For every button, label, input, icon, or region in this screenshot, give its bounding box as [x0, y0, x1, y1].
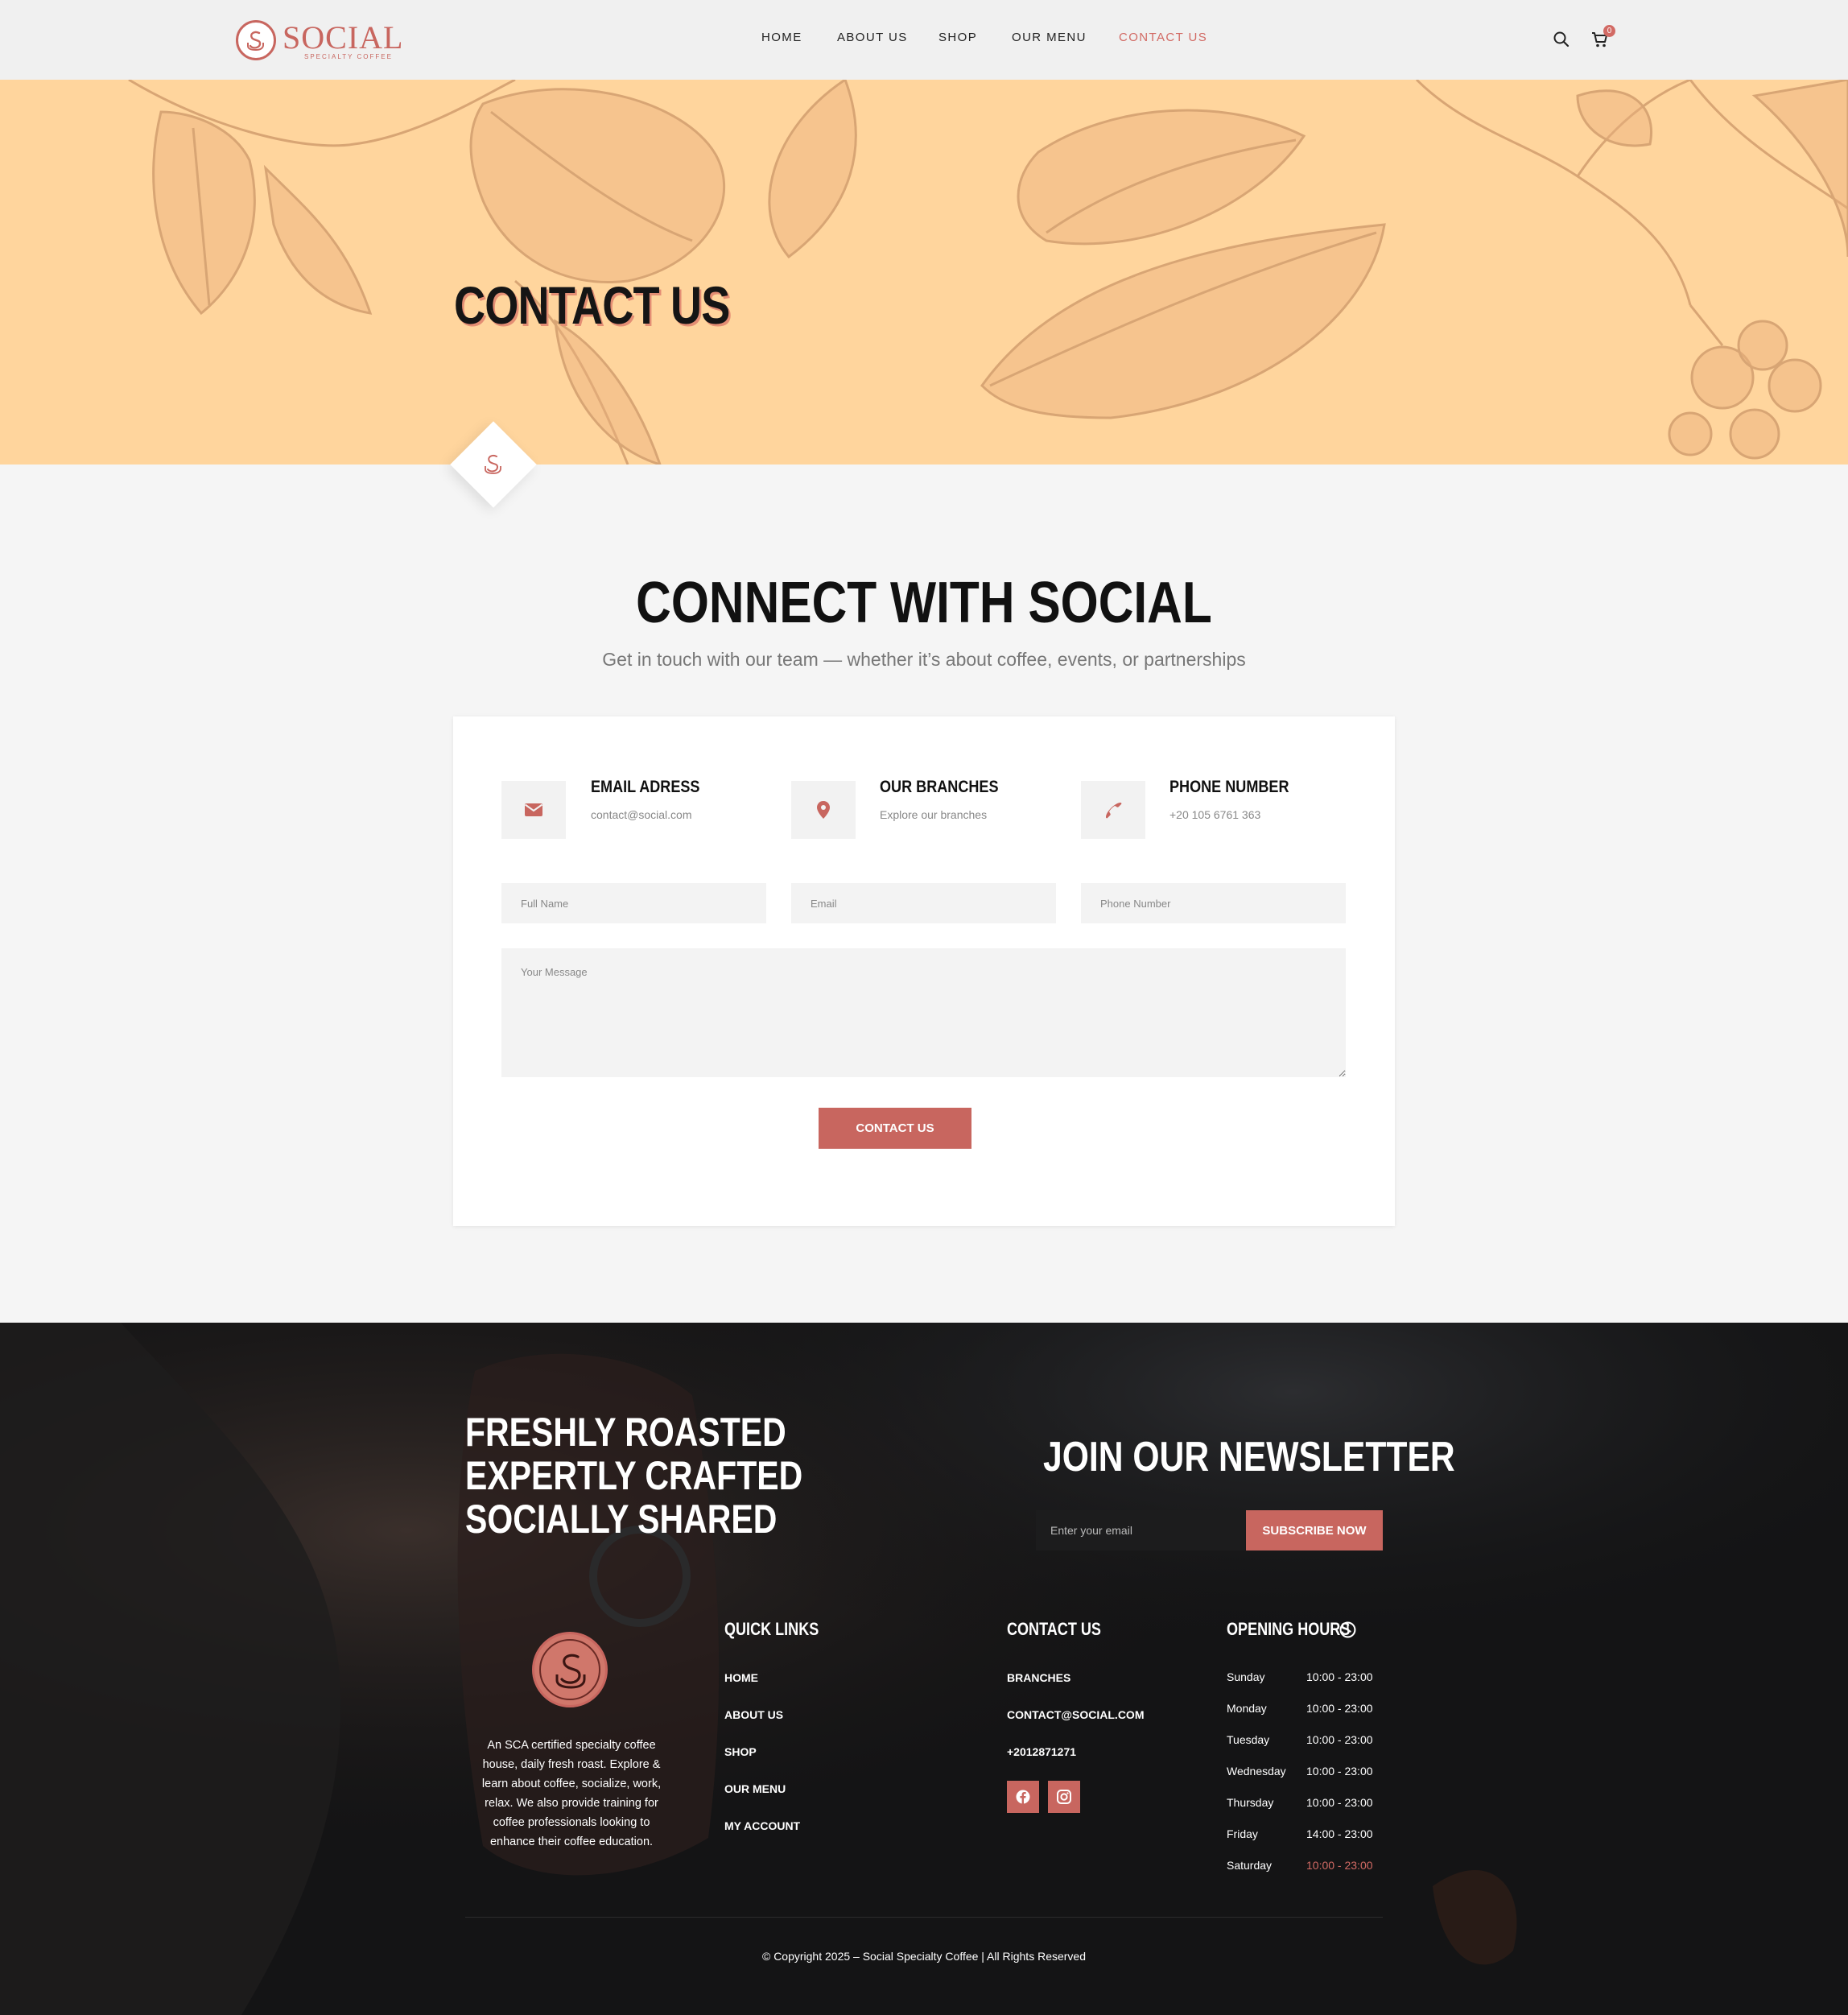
info-phone-title: PHONE NUMBER — [1169, 778, 1289, 796]
footer-contact-heading: CONTACT US — [1007, 1619, 1101, 1639]
footer-link-my-account[interactable]: MY ACCOUNT — [724, 1819, 800, 1832]
footer-link-phone[interactable]: +2012871271 — [1007, 1745, 1076, 1758]
footer-tagline: FRESHLY ROASTED EXPERTLY CRAFTED SOCIALL… — [465, 1410, 802, 1541]
hours-day: Thursday — [1227, 1796, 1274, 1809]
full-name-field[interactable] — [501, 883, 766, 923]
hours-day: Tuesday — [1227, 1733, 1270, 1746]
info-phone-value[interactable]: +20 105 6761 363 — [1169, 808, 1260, 821]
footer-link-shop[interactable]: SHOP — [724, 1745, 757, 1758]
footer-about-text: An SCA certified specialty coffee house,… — [481, 1739, 662, 1848]
page-hero: CONTACT US — [0, 80, 1848, 465]
nav-our-menu[interactable]: OUR MENU — [1012, 31, 1087, 44]
envelope-icon — [524, 803, 543, 816]
footer-link-home[interactable]: HOME — [724, 1671, 758, 1684]
footer-link-email[interactable]: CONTACT@SOCIAL.COM — [1007, 1708, 1145, 1721]
info-branches-value[interactable]: Explore our branches — [880, 808, 987, 821]
logo-mark-icon — [555, 1654, 586, 1689]
logo-mark-icon — [485, 454, 501, 474]
hours-time-today: 10:00 - 23:00 — [1306, 1859, 1373, 1872]
newsletter-title: JOIN OUR NEWSLETTER — [1043, 1434, 1455, 1480]
info-branches-box — [791, 781, 856, 839]
coffee-plant-illustration — [128, 80, 1848, 465]
hours-day: Saturday — [1227, 1859, 1273, 1872]
info-phone-box — [1081, 781, 1145, 839]
tagline-line-3: SOCIALLY SHARED — [465, 1497, 778, 1542]
hours-time: 14:00 - 23:00 — [1306, 1827, 1373, 1840]
footer-link-our-menu[interactable]: OUR MENU — [724, 1782, 786, 1795]
instagram-icon — [1057, 1790, 1071, 1804]
nav-shop[interactable]: SHOP — [938, 31, 977, 44]
footer-background-photo — [0, 1323, 1848, 2015]
cart-count-badge: 0 — [1603, 25, 1615, 37]
site-footer — [0, 1323, 1848, 2015]
main-nav: HOME ABOUT US SHOP OUR MENU CONTACT US — [0, 31, 1848, 50]
footer-link-about-us[interactable]: ABOUT US — [724, 1708, 783, 1721]
info-email-box — [501, 781, 566, 839]
opening-hours-label: OPENING HOURS — [1227, 1619, 1351, 1639]
section-title: CONNECT WITH SOCIAL — [636, 571, 1212, 635]
section-subtitle: Get in touch with our team — whether it’… — [602, 649, 1246, 670]
quick-links-heading: QUICK LINKS — [724, 1619, 819, 1639]
hours-day: Monday — [1227, 1702, 1267, 1715]
info-email-value[interactable]: contact@social.com — [591, 808, 691, 821]
message-field[interactable] — [501, 948, 1346, 1077]
tagline-line-2: EXPERTLY CRAFTED — [465, 1453, 803, 1498]
hours-time: 10:00 - 23:00 — [1306, 1733, 1373, 1746]
footer-link-branches[interactable]: BRANCHES — [1007, 1671, 1070, 1684]
opening-hours-heading: OPENING HOURS — [1227, 1619, 1350, 1640]
hours-day: Friday — [1227, 1827, 1258, 1840]
info-email-title: EMAIL ADRESS — [591, 778, 700, 796]
logo-subtitle: SPECIALTY COFFEE — [304, 53, 393, 60]
footer-divider — [465, 1917, 1383, 1918]
hours-time: 10:00 - 23:00 — [1306, 1765, 1373, 1778]
phone-icon — [1106, 803, 1122, 819]
site-header: SOCIAL SPECIALTY COFFEE HOME ABOUT US SH… — [0, 0, 1848, 80]
copyright-text: © Copyright 2025 – Social Specialty Coff… — [761, 1950, 1086, 1963]
map-pin-icon — [817, 801, 830, 819]
facebook-button[interactable] — [1007, 1781, 1039, 1813]
newsletter-email-input[interactable] — [1036, 1510, 1245, 1550]
subscribe-button[interactable]: SUBSCRIBE NOW — [1246, 1510, 1383, 1550]
hours-time: 10:00 - 23:00 — [1306, 1796, 1373, 1809]
facebook-icon — [1016, 1790, 1030, 1804]
hours-time: 10:00 - 23:00 — [1306, 1702, 1373, 1715]
contact-submit-button[interactable]: CONTACT US — [819, 1108, 971, 1149]
instagram-button[interactable] — [1048, 1781, 1080, 1813]
email-field[interactable] — [791, 883, 1056, 923]
phone-field[interactable] — [1081, 883, 1346, 923]
nav-about-us[interactable]: ABOUT US — [837, 31, 908, 44]
nav-home[interactable]: HOME — [761, 31, 802, 44]
hours-time: 10:00 - 23:00 — [1306, 1670, 1373, 1683]
hours-day: Wednesday — [1227, 1765, 1286, 1778]
footer-logo[interactable] — [532, 1632, 608, 1707]
page-title: CONTACT US — [454, 275, 730, 335]
hours-day: Sunday — [1227, 1670, 1265, 1683]
search-icon[interactable] — [1553, 31, 1570, 48]
clock-icon — [1339, 1621, 1356, 1638]
tagline-line-1: FRESHLY ROASTED — [465, 1410, 786, 1455]
info-branches-title: OUR BRANCHES — [880, 778, 999, 796]
nav-contact-us[interactable]: CONTACT US — [1119, 31, 1207, 44]
